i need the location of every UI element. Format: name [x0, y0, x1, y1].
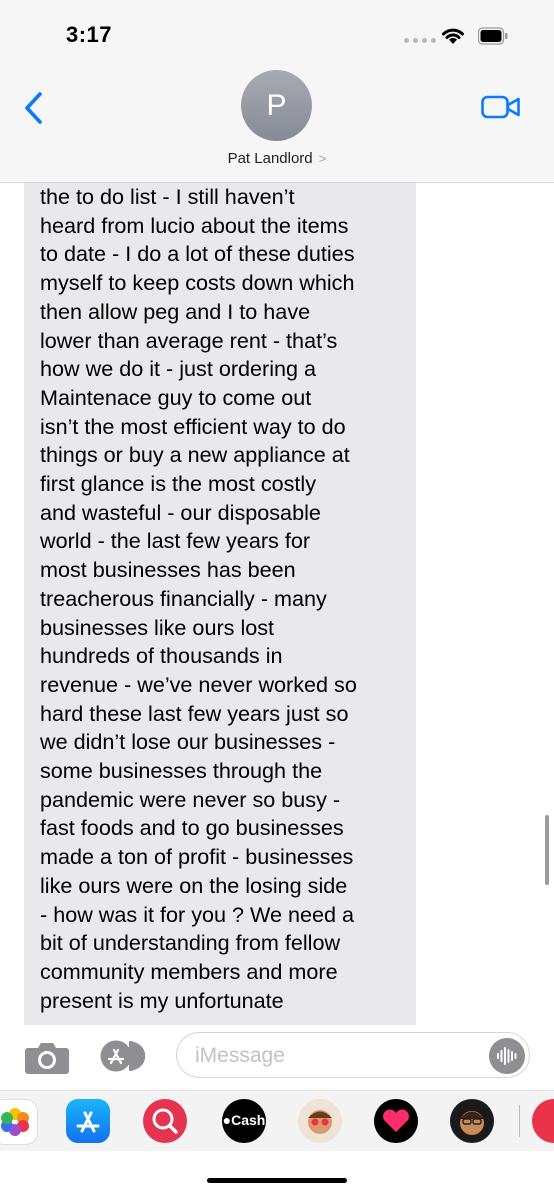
message-thread[interactable]: the to do list - I still haven’t heard f… — [0, 183, 554, 1025]
more-apps-icon[interactable] — [532, 1099, 554, 1143]
status-time: 3:17 — [66, 22, 113, 47]
message-input-placeholder: iMessage — [195, 1044, 285, 1067]
message-input[interactable]: iMessage — [176, 1032, 530, 1078]
app-store-icon[interactable] — [66, 1099, 110, 1143]
cellular-signal-icon — [404, 38, 436, 43]
app-store-apps-icon[interactable] — [99, 1039, 153, 1073]
apple-logo-icon: ● — [222, 1112, 232, 1128]
apple-cash-icon[interactable]: ●Cash — [222, 1099, 266, 1143]
digital-touch-heart-icon[interactable] — [374, 1099, 418, 1143]
chevron-right-icon: > — [318, 151, 327, 166]
facetime-video-icon[interactable] — [481, 94, 521, 120]
wifi-icon — [442, 28, 464, 44]
home-indicator[interactable] — [207, 1178, 347, 1183]
memoji-icon[interactable] — [450, 1099, 494, 1143]
status-bar: 3:17 — [0, 0, 554, 70]
contact-avatar[interactable]: P — [241, 70, 312, 141]
camera-icon[interactable] — [24, 1039, 70, 1075]
image-search-icon[interactable] — [143, 1099, 187, 1143]
divider — [519, 1105, 520, 1137]
contact-name-button[interactable]: Pat Landlord > — [0, 150, 554, 167]
scroll-indicator[interactable] — [545, 815, 549, 885]
photos-app-icon[interactable] — [0, 1099, 38, 1145]
conversation-header: P Pat Landlord > — [0, 70, 554, 183]
cash-label: Cash — [231, 1112, 266, 1128]
incoming-message-bubble[interactable]: the to do list - I still haven’t heard f… — [24, 183, 416, 1025]
message-text: the to do list - I still haven’t heard f… — [40, 184, 357, 1013]
back-chevron-icon[interactable] — [20, 90, 50, 126]
imessage-app-drawer: ●Cash — [0, 1090, 554, 1151]
memoji-stickers-icon[interactable] — [298, 1099, 342, 1143]
audio-message-icon[interactable] — [489, 1038, 525, 1074]
contact-name: Pat Landlord — [227, 150, 313, 167]
battery-icon — [478, 27, 508, 45]
compose-bar: iMessage — [0, 1025, 554, 1090]
